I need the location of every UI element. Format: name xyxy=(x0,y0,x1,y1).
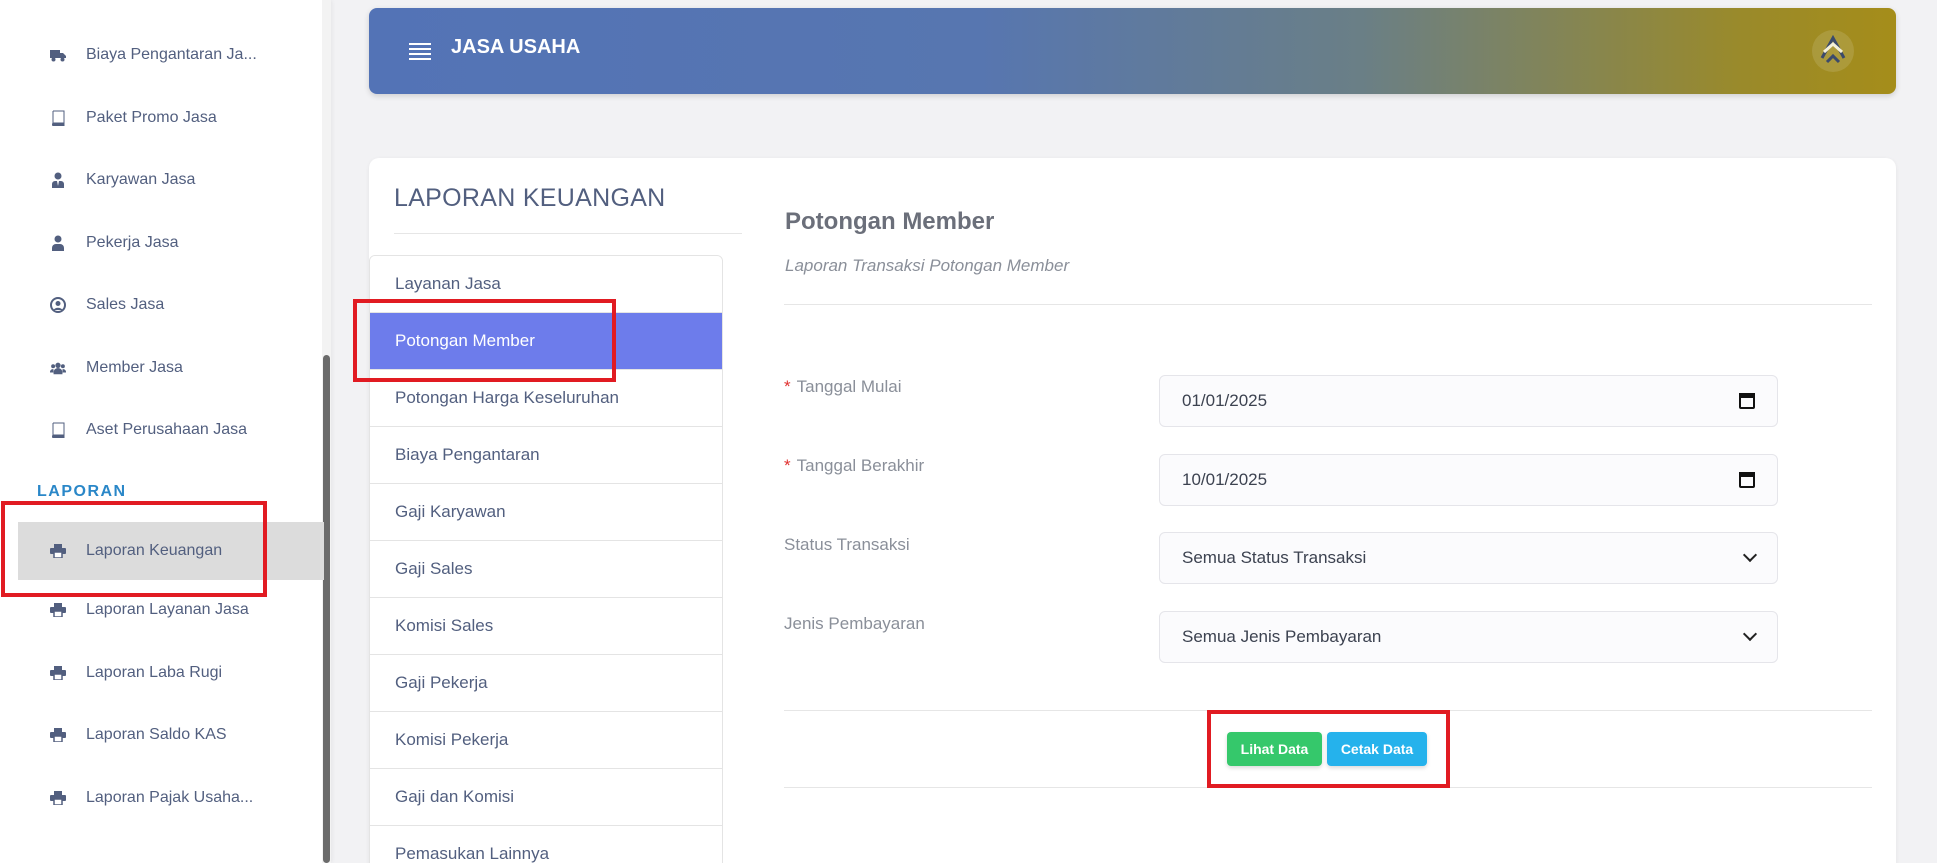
sidebar-item-label: Biaya Pengantaran Ja... xyxy=(86,46,257,63)
sidebar-item-sales[interactable]: Sales Jasa xyxy=(0,279,325,331)
hamburger-icon[interactable] xyxy=(409,43,431,60)
start-date-value: 01/01/2025 xyxy=(1182,391,1268,410)
company-logo xyxy=(1810,28,1856,74)
user-icon xyxy=(50,235,66,251)
divider xyxy=(784,304,1872,305)
sidebar-item-aset[interactable]: Aset Perusahaan Jasa xyxy=(0,404,325,456)
sidebar-item-label: Laporan Saldo KAS xyxy=(86,726,227,743)
sidebar-item-member[interactable]: Member Jasa xyxy=(0,342,325,394)
printer-icon xyxy=(50,790,66,806)
sidebar: Biaya Pengantaran Ja... Paket Promo Jasa… xyxy=(0,0,331,863)
sidebar-item-label: Pekerja Jasa xyxy=(86,234,179,251)
sidebar-item-laporan-pajak[interactable]: Laporan Pajak Usaha... xyxy=(0,772,325,824)
sidebar-item-pekerja[interactable]: Pekerja Jasa xyxy=(0,217,325,269)
printer-icon xyxy=(50,602,66,618)
payment-value: Semua Jenis Pembayaran xyxy=(1182,627,1382,646)
menu-item-pemasukan-lainnya[interactable]: Pemasukan Lainnya xyxy=(370,826,722,863)
end-date-label: * Tanggal Berakhir xyxy=(784,456,925,475)
form-title: Potongan Member xyxy=(785,208,995,235)
book-icon xyxy=(50,422,66,438)
menu-item-komisi-sales[interactable]: Komisi Sales xyxy=(370,598,722,655)
end-date-input[interactable]: 10/01/2025 xyxy=(1159,454,1778,506)
truck-icon xyxy=(50,47,66,63)
divider xyxy=(394,233,742,234)
required-mark: * xyxy=(784,377,791,396)
sidebar-item-label: Sales Jasa xyxy=(86,296,165,313)
sidebar-section-laporan: LAPORAN xyxy=(37,483,127,500)
sidebar-item-label: Member Jasa xyxy=(86,359,183,376)
menu-item-gaji-sales[interactable]: Gaji Sales xyxy=(370,541,722,598)
sidebar-item-paket-promo[interactable]: Paket Promo Jasa xyxy=(0,92,325,144)
sidebar-item-laporan-saldo-kas[interactable]: Laporan Saldo KAS xyxy=(0,709,325,761)
sidebar-item-label: Karyawan Jasa xyxy=(86,171,196,188)
printer-icon xyxy=(50,665,66,681)
status-select[interactable]: Semua Status Transaksi xyxy=(1159,532,1778,584)
highlight-box xyxy=(353,299,616,382)
menu-item-gaji-pekerja[interactable]: Gaji Pekerja xyxy=(370,655,722,712)
calendar-icon[interactable] xyxy=(1739,472,1755,488)
card-title: LAPORAN KEUANGAN xyxy=(394,184,666,212)
printer-icon xyxy=(50,727,66,743)
sidebar-item-biaya-pengantaran[interactable]: Biaya Pengantaran Ja... xyxy=(0,29,325,81)
status-value: Semua Status Transaksi xyxy=(1182,548,1367,567)
sidebar-item-laporan-laba-rugi[interactable]: Laporan Laba Rugi xyxy=(0,647,325,699)
sidebar-item-karyawan[interactable]: Karyawan Jasa xyxy=(0,154,325,206)
top-header: JASA USAHA xyxy=(369,8,1896,94)
sidebar-item-label: Paket Promo Jasa xyxy=(86,109,217,126)
sidebar-item-label: Aset Perusahaan Jasa xyxy=(86,421,247,438)
payment-label: Jenis Pembayaran xyxy=(784,614,925,633)
payment-select[interactable]: Semua Jenis Pembayaran xyxy=(1159,611,1778,663)
sidebar-item-label: Laporan Layanan Jasa xyxy=(86,601,249,618)
chevron-down-icon xyxy=(1742,626,1758,642)
chevron-down-icon xyxy=(1742,547,1758,563)
sidebar-item-label: Laporan Pajak Usaha... xyxy=(86,789,254,806)
highlight-box xyxy=(1207,710,1450,788)
menu-item-gaji-komisi[interactable]: Gaji dan Komisi xyxy=(370,769,722,826)
status-label: Status Transaksi xyxy=(784,535,910,554)
start-date-label: * Tanggal Mulai xyxy=(784,377,902,396)
start-date-input[interactable]: 01/01/2025 xyxy=(1159,375,1778,427)
app-title: JASA USAHA xyxy=(451,36,581,58)
form-subtitle: Laporan Transaksi Potongan Member xyxy=(785,256,1070,275)
calendar-icon[interactable] xyxy=(1739,393,1755,409)
highlight-box xyxy=(1,501,267,597)
end-date-value: 10/01/2025 xyxy=(1182,470,1268,489)
menu-item-gaji-karyawan[interactable]: Gaji Karyawan xyxy=(370,484,722,541)
sidebar-item-label: Laporan Laba Rugi xyxy=(86,664,223,681)
user-circle-icon xyxy=(50,297,66,313)
book-icon xyxy=(50,110,66,126)
menu-item-komisi-pekerja[interactable]: Komisi Pekerja xyxy=(370,712,722,769)
required-mark: * xyxy=(784,456,791,475)
menu-item-biaya-pengantaran[interactable]: Biaya Pengantaran xyxy=(370,427,722,484)
report-card: LAPORAN KEUANGAN Layanan Jasa Potongan M… xyxy=(369,158,1896,863)
user-tie-icon xyxy=(50,172,66,188)
users-icon xyxy=(50,360,66,376)
